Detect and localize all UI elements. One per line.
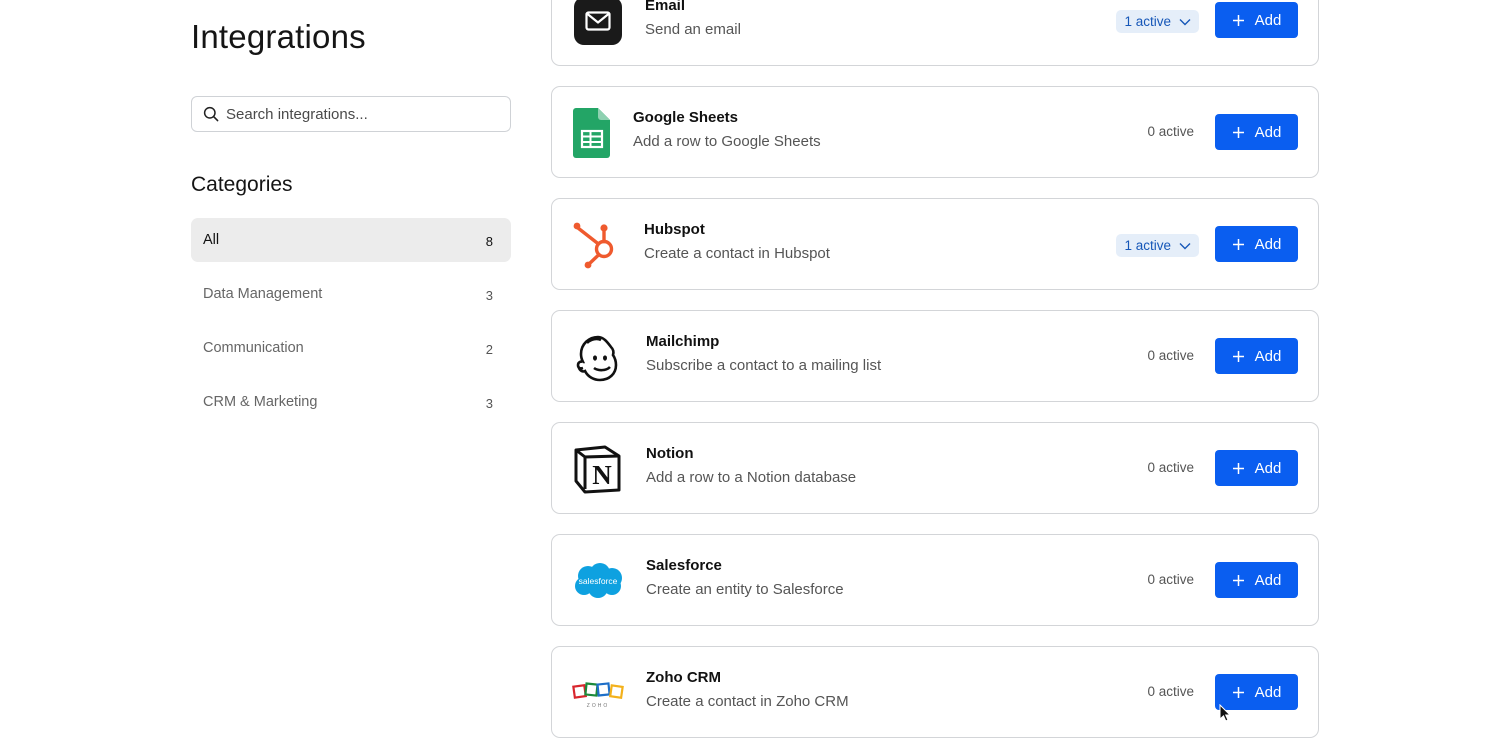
category-count: 3 (485, 288, 493, 303)
search-input[interactable] (226, 105, 506, 123)
active-count: 0 active (1147, 348, 1194, 363)
integration-name: Email (645, 0, 686, 14)
integration-description: Add a row to a Notion database (646, 469, 857, 486)
integration-card-salesforce: salesforce Salesforce Create an entity t… (551, 534, 1319, 626)
search-box[interactable] (191, 96, 511, 132)
hubspot-icon (572, 219, 624, 271)
plus-icon (1232, 574, 1244, 586)
integration-name: Zoho CRM (646, 669, 721, 686)
salesforce-icon: salesforce (572, 555, 624, 607)
active-count: 1 active (1124, 14, 1171, 29)
add-button-label: Add (1254, 459, 1282, 477)
search-icon (203, 106, 219, 122)
add-button-label: Add (1254, 683, 1282, 701)
category-list: All 8 Data Management 3 Communication 2 … (191, 218, 511, 434)
integration-description: Create a contact in Zoho CRM (646, 693, 849, 710)
add-button[interactable]: Add (1215, 338, 1298, 374)
active-count: 0 active (1147, 460, 1194, 475)
integration-description: Add a row to Google Sheets (633, 133, 821, 150)
google-sheets-icon (566, 107, 618, 159)
category-item-all[interactable]: All 8 (191, 218, 511, 262)
svg-text:N: N (592, 460, 612, 490)
integration-name: Google Sheets (633, 109, 739, 126)
category-count: 8 (485, 234, 493, 249)
add-button[interactable]: Add (1215, 450, 1298, 486)
add-button[interactable]: Add (1215, 114, 1298, 150)
category-label: Communication (203, 340, 304, 356)
plus-icon (1232, 126, 1244, 138)
integration-card-notion: N Notion Add a row to a Notion database … (551, 422, 1319, 514)
plus-icon (1232, 462, 1244, 474)
page-title: Integrations (191, 18, 366, 55)
integration-name: Hubspot (644, 221, 705, 238)
integration-card-mailchimp: Mailchimp Subscribe a contact to a maili… (551, 310, 1319, 402)
mailchimp-icon (572, 331, 624, 383)
plus-icon (1232, 14, 1244, 26)
category-label: All (203, 232, 220, 248)
active-count: 0 active (1147, 684, 1194, 699)
category-item-data-management[interactable]: Data Management 3 (191, 272, 511, 316)
integration-name: Salesforce (646, 557, 722, 574)
category-count: 2 (485, 342, 493, 357)
zoho-logo-text: ZOHO (587, 703, 609, 709)
integration-description: Send an email (645, 21, 741, 38)
plus-icon (1232, 686, 1244, 698)
add-button-label: Add (1254, 235, 1282, 253)
active-count: 0 active (1147, 572, 1194, 587)
mouse-cursor-icon (1219, 704, 1231, 722)
integration-card-google-sheets: Google Sheets Add a row to Google Sheets… (551, 86, 1319, 178)
integration-card-email: Email Send an email 1 active Add (551, 0, 1319, 66)
integration-description: Subscribe a contact to a mailing list (646, 357, 882, 374)
chevron-down-icon (1179, 242, 1191, 249)
category-label: CRM & Marketing (203, 394, 318, 410)
add-button[interactable]: Add (1215, 226, 1298, 262)
active-count-dropdown[interactable]: 1 active (1116, 234, 1199, 257)
email-icon (572, 0, 624, 47)
category-count: 3 (485, 396, 493, 411)
integration-card-hubspot: Hubspot Create a contact in Hubspot 1 ac… (551, 198, 1319, 290)
integration-name: Mailchimp (646, 333, 720, 350)
add-button-label: Add (1254, 123, 1282, 141)
active-count-dropdown[interactable]: 1 active (1116, 10, 1199, 33)
add-button-label: Add (1254, 571, 1282, 589)
add-button[interactable]: Add (1215, 2, 1298, 38)
add-button[interactable]: Add (1215, 562, 1298, 598)
add-button-label: Add (1254, 11, 1282, 29)
plus-icon (1232, 350, 1244, 362)
notion-icon: N (572, 443, 624, 495)
category-label: Data Management (203, 286, 323, 302)
zoho-icon: ZOHO (572, 667, 624, 719)
integration-card-zoho-crm: ZOHO Zoho CRM Create a contact in Zoho C… (551, 646, 1319, 738)
integration-name: Notion (646, 445, 694, 462)
salesforce-logo-text: salesforce (579, 576, 618, 586)
plus-icon (1232, 238, 1244, 250)
categories-heading: Categories (191, 173, 293, 196)
integration-description: Create an entity to Salesforce (646, 581, 844, 598)
category-item-communication[interactable]: Communication 2 (191, 326, 511, 370)
integration-description: Create a contact in Hubspot (644, 245, 830, 262)
active-count: 0 active (1147, 124, 1194, 139)
category-item-crm-marketing[interactable]: CRM & Marketing 3 (191, 380, 511, 424)
add-button-label: Add (1254, 347, 1282, 365)
chevron-down-icon (1179, 18, 1191, 25)
active-count: 1 active (1124, 238, 1171, 253)
